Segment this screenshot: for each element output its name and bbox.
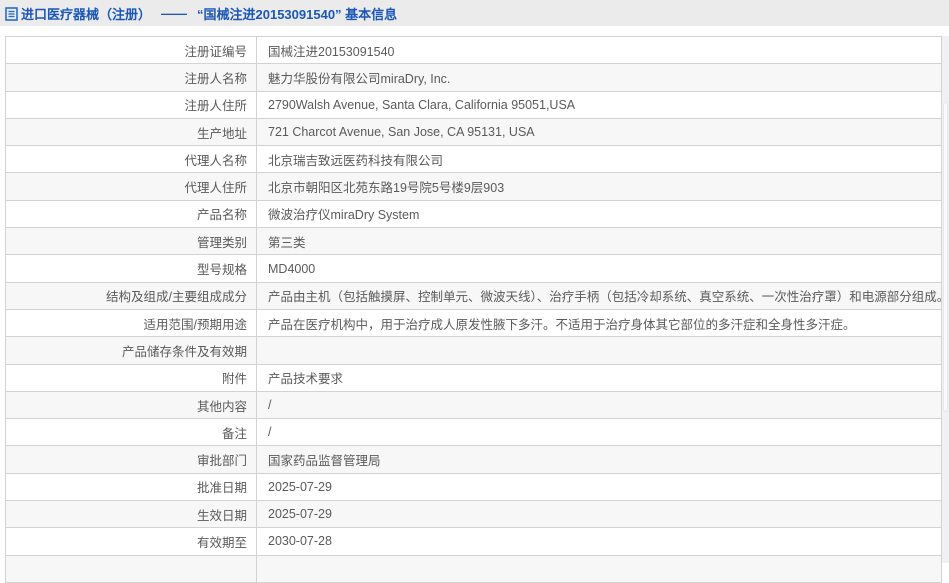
row-label: 适用范围/预期用途 [5, 308, 257, 338]
table-row: 适用范围/预期用途 产品在医疗机构中，用于治疗成人原发性腋下多汗。不适用于治疗身… [5, 308, 942, 338]
scrollbar-thumb[interactable] [943, 102, 948, 412]
table-row: 管理类别 第三类 [5, 227, 942, 256]
row-value: 2790Walsh Avenue, Santa Clara, Californi… [256, 90, 942, 119]
table-row: 附件 产品技术要求 [5, 363, 942, 392]
row-value: / [256, 418, 942, 447]
row-value: 721 Charcot Avenue, San Jose, CA 95131, … [256, 117, 942, 147]
table-row: 型号规格 MD4000 [5, 254, 942, 283]
title-dash: —— [161, 5, 188, 21]
row-label: 管理类别 [5, 227, 257, 256]
row-label: 注册人名称 [5, 63, 257, 92]
document-icon [5, 7, 18, 21]
breadcrumb-left: 进口医疗器械（注册） [5, 4, 151, 23]
table-row: 注册人住所 2790Walsh Avenue, Santa Clara, Cal… [5, 90, 942, 119]
vertical-scrollbar[interactable] [942, 36, 949, 563]
row-value [256, 554, 942, 583]
table-row: 生产地址 721 Charcot Avenue, San Jose, CA 95… [5, 117, 942, 147]
row-label: 结构及组成/主要组成成分 [5, 281, 257, 310]
row-label: 生效日期 [5, 500, 257, 529]
table-row: 产品名称 微波治疗仪miraDry System [5, 199, 942, 229]
page-title: 进口医疗器械（注册） —— “国械注进20153091540” 基本信息 [5, 4, 397, 23]
row-label: 代理人名称 [5, 145, 257, 174]
row-value: 国械注进20153091540 [256, 35, 942, 65]
row-value: 产品技术要求 [256, 363, 942, 392]
row-value: 2030-07-28 [256, 527, 942, 556]
table-row: 有效期至 2030-07-28 [5, 527, 942, 556]
title-detail: “国械注进20153091540” 基本信息 [197, 6, 398, 22]
row-value: 北京市朝阳区北苑东路19号院5号楼9层903 [256, 172, 942, 201]
table-row: 结构及组成/主要组成成分 产品由主机（包括触摸屏、控制单元、微波天线）、治疗手柄… [5, 281, 942, 310]
registration-info-rows: 注册证编号 国械注进20153091540 注册人名称 魅力华股份有限公司mir… [5, 35, 942, 583]
row-label: 附件 [5, 363, 257, 392]
table-row [5, 554, 942, 583]
row-label: 产品名称 [5, 199, 257, 229]
table-row: 其他内容 / [5, 390, 942, 420]
row-label: 注册证编号 [5, 35, 257, 65]
registration-info-table: 注册证编号 国械注进20153091540 注册人名称 魅力华股份有限公司mir… [5, 35, 942, 583]
table-row: 注册人名称 魅力华股份有限公司miraDry, Inc. [5, 63, 942, 92]
row-value: 2025-07-29 [256, 500, 942, 529]
row-value: 魅力华股份有限公司miraDry, Inc. [256, 63, 942, 92]
row-value: 国家药品监督管理局 [256, 445, 942, 474]
row-value: 2025-07-29 [256, 472, 942, 502]
row-value: / [256, 390, 942, 420]
row-label: 注册人住所 [5, 90, 257, 119]
row-value: 微波治疗仪miraDry System [256, 199, 942, 229]
table-row: 审批部门 国家药品监督管理局 [5, 445, 942, 474]
table-row: 代理人住所 北京市朝阳区北苑东路19号院5号楼9层903 [5, 172, 942, 201]
row-label: 生产地址 [5, 117, 257, 147]
row-label: 审批部门 [5, 445, 257, 474]
table-row: 批准日期 2025-07-29 [5, 472, 942, 502]
row-value: 产品在医疗机构中，用于治疗成人原发性腋下多汗。不适用于治疗身体其它部位的多汗症和… [256, 308, 942, 338]
table-row: 代理人名称 北京瑞吉致远医药科技有限公司 [5, 145, 942, 174]
row-value: 产品由主机（包括触摸屏、控制单元、微波天线）、治疗手柄（包括冷却系统、真空系统、… [256, 281, 942, 310]
row-value: 第三类 [256, 227, 942, 256]
table-row: 产品储存条件及有效期 [5, 336, 942, 365]
table-row: 备注 / [5, 418, 942, 447]
row-value [256, 336, 942, 365]
row-label: 其他内容 [5, 390, 257, 420]
row-label: 代理人住所 [5, 172, 257, 201]
title-bar: 进口医疗器械（注册） —— “国械注进20153091540” 基本信息 [0, 0, 949, 26]
title-category: 进口医疗器械（注册） [21, 6, 152, 22]
row-value: MD4000 [256, 254, 942, 283]
row-value: 北京瑞吉致远医药科技有限公司 [256, 145, 942, 174]
table-row: 注册证编号 国械注进20153091540 [5, 35, 942, 65]
row-label: 产品储存条件及有效期 [5, 336, 257, 365]
table-row: 生效日期 2025-07-29 [5, 500, 942, 529]
row-label [5, 554, 257, 583]
row-label: 备注 [5, 418, 257, 447]
row-label: 批准日期 [5, 472, 257, 502]
row-label: 有效期至 [5, 527, 257, 556]
row-label: 型号规格 [5, 254, 257, 283]
